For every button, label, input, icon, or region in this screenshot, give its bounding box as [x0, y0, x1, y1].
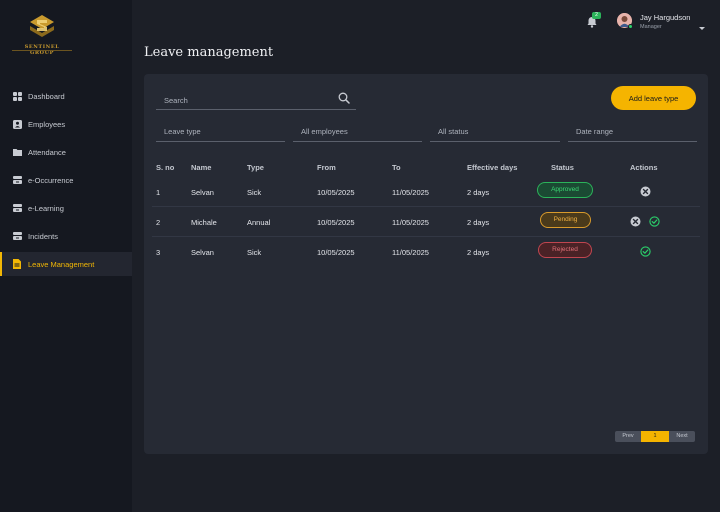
employee-icon [12, 119, 22, 129]
reject-icon[interactable] [630, 216, 641, 227]
pagination: Prev 1 Next [615, 431, 695, 442]
user-role: Manager [640, 24, 662, 30]
table-row: 3 Selvan Sick 10/05/2025 11/05/2025 2 da… [152, 237, 700, 267]
sidebar-item-leave-management[interactable]: Leave Management [0, 252, 132, 276]
sidebar: SENTINEL GROUP Dashboard Employees Atten… [0, 0, 132, 512]
status-filter[interactable]: All status [430, 122, 560, 142]
leave-management-panel: Add leave type Leave type All employees … [144, 74, 708, 454]
leave-type-filter[interactable]: Leave type [156, 122, 285, 142]
status-badge: Pending [540, 212, 591, 228]
reject-icon[interactable] [640, 186, 651, 197]
table-row: 2 Michale Annual 10/05/2025 11/05/2025 2… [152, 207, 700, 237]
cell-from: 10/05/2025 [317, 218, 355, 227]
cell-name: Michale [191, 218, 217, 227]
brand-logo[interactable]: SENTINEL GROUP [12, 14, 72, 56]
column-header-type: Type [247, 163, 264, 172]
approve-icon[interactable] [649, 216, 660, 227]
column-header-effective-days: Effective days [467, 163, 518, 172]
sidebar-item-label: e-Occurrence [28, 175, 74, 185]
sidebar-nav: Dashboard Employees Attendance e-Occurre… [0, 82, 132, 276]
cell-name: Selvan [191, 188, 214, 197]
user-name: Jay Hargudson [640, 13, 691, 22]
user-menu-button[interactable] [699, 18, 705, 30]
brand-tagline-line [12, 50, 72, 51]
cell-name: Selvan [191, 248, 214, 257]
sidebar-item-attendance[interactable]: Attendance [0, 138, 132, 166]
prev-page-button[interactable]: Prev [615, 431, 641, 442]
document-icon [12, 259, 22, 269]
notification-count-badge: 2 [592, 12, 601, 19]
cell-sno: 2 [156, 218, 161, 227]
stack-icon [12, 231, 22, 241]
sidebar-item-label: e-Learning [28, 203, 64, 213]
cell-type: Sick [247, 248, 262, 257]
add-leave-type-button[interactable]: Add leave type [611, 86, 696, 110]
cell-from: 10/05/2025 [317, 248, 355, 257]
sidebar-item-label: Employees [28, 119, 66, 129]
cell-type: Annual [247, 218, 271, 227]
approve-icon[interactable] [640, 246, 651, 257]
stack-icon [12, 175, 22, 185]
date-range-filter[interactable]: Date range [568, 122, 697, 142]
chevron-down-icon [699, 27, 705, 30]
sidebar-item-employees[interactable]: Employees [0, 110, 132, 138]
column-header-to: To [392, 163, 401, 172]
employees-filter[interactable]: All employees [293, 122, 422, 142]
status-badge: Rejected [538, 242, 592, 258]
sidebar-item-label: Incidents [28, 231, 59, 241]
sidebar-item-e-occurrence[interactable]: e-Occurrence [0, 166, 132, 194]
cell-to: 11/05/2025 [392, 188, 429, 197]
stack-icon [12, 203, 22, 213]
column-header-sno: S. no [156, 163, 175, 172]
sidebar-item-label: Leave Management [28, 259, 95, 269]
page-title: Leave management [144, 45, 274, 60]
sidebar-item-incidents[interactable]: Incidents [0, 222, 132, 250]
table-row: 1 Selvan Sick 10/05/2025 11/05/2025 2 da… [152, 177, 700, 207]
status-badge: Approved [537, 182, 593, 198]
cell-from: 10/05/2025 [317, 188, 355, 197]
cell-sno: 3 [156, 248, 161, 257]
column-header-name: Name [191, 163, 212, 172]
folder-icon [12, 147, 22, 157]
sidebar-item-e-learning[interactable]: e-Learning [0, 194, 132, 222]
cell-days: 2 days [467, 248, 490, 257]
column-header-status: Status [551, 163, 574, 172]
sidebar-item-dashboard[interactable]: Dashboard [0, 82, 132, 110]
column-header-from: From [317, 163, 336, 172]
dashboard-icon [12, 91, 22, 101]
cell-to: 11/05/2025 [392, 248, 429, 257]
logo-mark-icon [30, 15, 54, 37]
search-icon[interactable] [338, 92, 350, 104]
cell-days: 2 days [467, 218, 490, 227]
sidebar-item-label: Attendance [28, 147, 66, 157]
cell-to: 11/05/2025 [392, 218, 429, 227]
online-status-dot [628, 24, 633, 29]
cell-sno: 1 [156, 188, 161, 197]
search-box [156, 88, 356, 110]
cell-days: 2 days [467, 188, 490, 197]
next-page-button[interactable]: Next [669, 431, 695, 442]
sidebar-item-label: Dashboard [28, 91, 65, 101]
current-page-button[interactable]: 1 [641, 431, 669, 442]
column-header-actions: Actions [630, 163, 658, 172]
search-input[interactable] [164, 92, 324, 108]
cell-type: Sick [247, 188, 262, 197]
